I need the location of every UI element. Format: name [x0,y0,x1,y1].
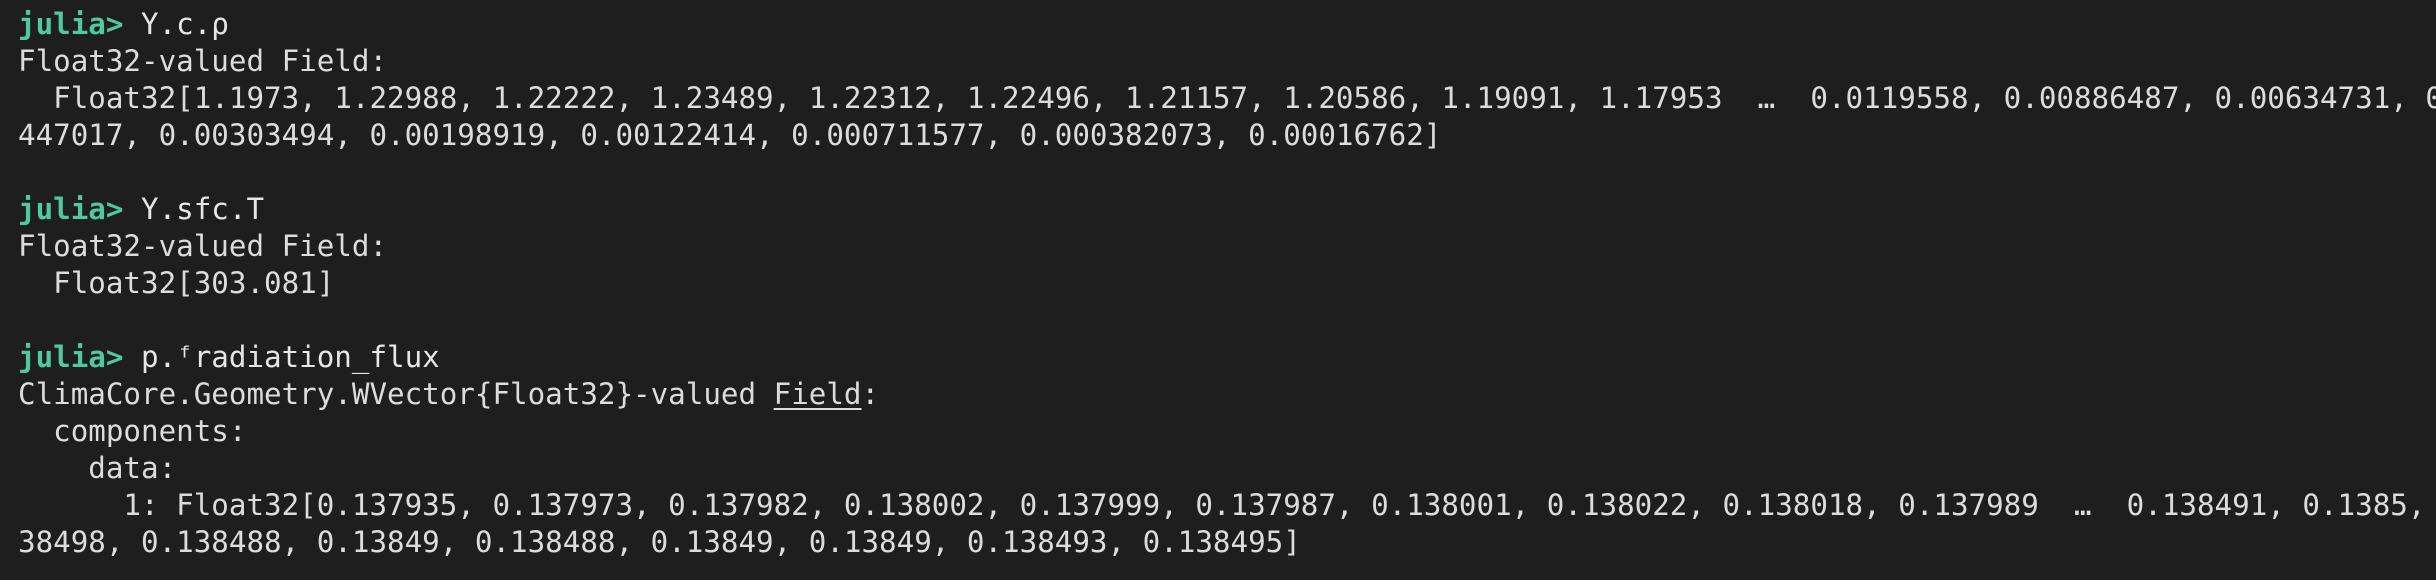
output-type-line: Float32-valued Field: [18,229,388,263]
repl-input-line: julia> p.ᶠradiation_flux [18,339,2436,376]
type-suffix: : [861,377,880,411]
output-values-line: Float32[303.081] [18,266,335,300]
components-label: components: [18,414,247,448]
type-prefix: ClimaCore.Geometry.WVector{Float32}-valu… [18,377,774,411]
output-values-line-wrapped: 38498, 0.138488, 0.13849, 0.138488, 0.13… [18,525,1301,559]
output-values-line: 1: Float32[0.137935, 0.137973, 0.137982,… [18,488,2436,522]
julia-prompt: julia> [18,7,124,41]
command-text: p.ᶠradiation_flux [123,340,440,374]
terminal-output[interactable]: julia> Y.c.ρ Float32-valued Field: Float… [0,0,2436,580]
field-type-link[interactable]: Field [774,377,862,411]
output-values-line-wrapped: 447017, 0.00303494, 0.00198919, 0.001224… [18,118,1442,152]
julia-prompt: julia> [18,340,124,374]
output-values-line: Float32[1.1973, 1.22988, 1.22222, 1.2348… [18,81,2436,115]
julia-prompt: julia> [18,192,124,226]
command-text: Y.sfc.T [123,192,265,226]
output-type-line: ClimaCore.Geometry.WVector{Float32}-valu… [18,376,2436,413]
output-type-line: Float32-valued Field: [18,44,388,78]
repl-input-line: julia> Y.c.ρ [18,6,2436,43]
repl-input-line: julia> Y.sfc.T [18,191,2436,228]
data-label: data: [18,451,177,485]
command-text: Y.c.ρ [123,7,229,41]
